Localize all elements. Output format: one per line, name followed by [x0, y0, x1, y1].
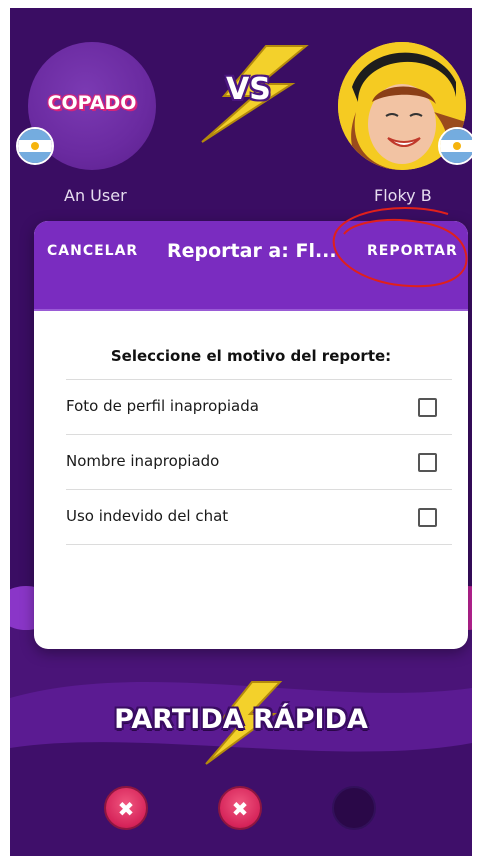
reason-option-chat[interactable]: Uso indevido del chat [66, 490, 452, 545]
reason-label: Nombre inapropiado [66, 452, 220, 470]
empty-slot-button[interactable] [332, 786, 376, 830]
report-dialog: CANCELAR Reportar a: Fl... REPORTAR Sele… [34, 221, 468, 649]
reason-option-name[interactable]: Nombre inapropiado [66, 435, 452, 490]
argentina-flag-icon [438, 127, 472, 165]
reason-checkbox[interactable] [418, 398, 437, 417]
close-icon: ✖ [117, 797, 135, 821]
reason-label: Uso indevido del chat [66, 507, 229, 525]
vs-badge: VS [196, 44, 312, 144]
argentina-flag-icon [16, 127, 54, 165]
reason-option-profile-photo[interactable]: Foto de perfil inapropiada [66, 380, 452, 435]
dialog-title: Reportar a: Fl... [167, 240, 337, 262]
dialog-subtitle: Seleccione el motivo del reporte: [110, 347, 392, 365]
reason-checkbox[interactable] [418, 508, 437, 527]
reason-list: Foto de perfil inapropiada Nombre inapro… [66, 379, 452, 545]
close-icon: ✖ [231, 797, 249, 821]
cancel-button[interactable]: CANCELAR [47, 243, 138, 259]
mode-title: PARTIDA RÁPIDA [114, 704, 368, 735]
copado-logo: COPADO [47, 92, 137, 114]
reason-checkbox[interactable] [418, 453, 437, 472]
close-button[interactable]: ✖ [218, 786, 262, 830]
report-button[interactable]: REPORTAR [367, 243, 458, 259]
player-left-name: An User [64, 186, 127, 205]
game-screen: COPADO VS An User Floky B CANCELAR Repor… [10, 8, 472, 856]
player-right-name: Floky B [374, 186, 432, 205]
vs-label: VS [226, 72, 271, 107]
reason-label: Foto de perfil inapropiada [66, 397, 259, 415]
close-button[interactable]: ✖ [104, 786, 148, 830]
dialog-header: CANCELAR Reportar a: Fl... REPORTAR [34, 221, 468, 311]
